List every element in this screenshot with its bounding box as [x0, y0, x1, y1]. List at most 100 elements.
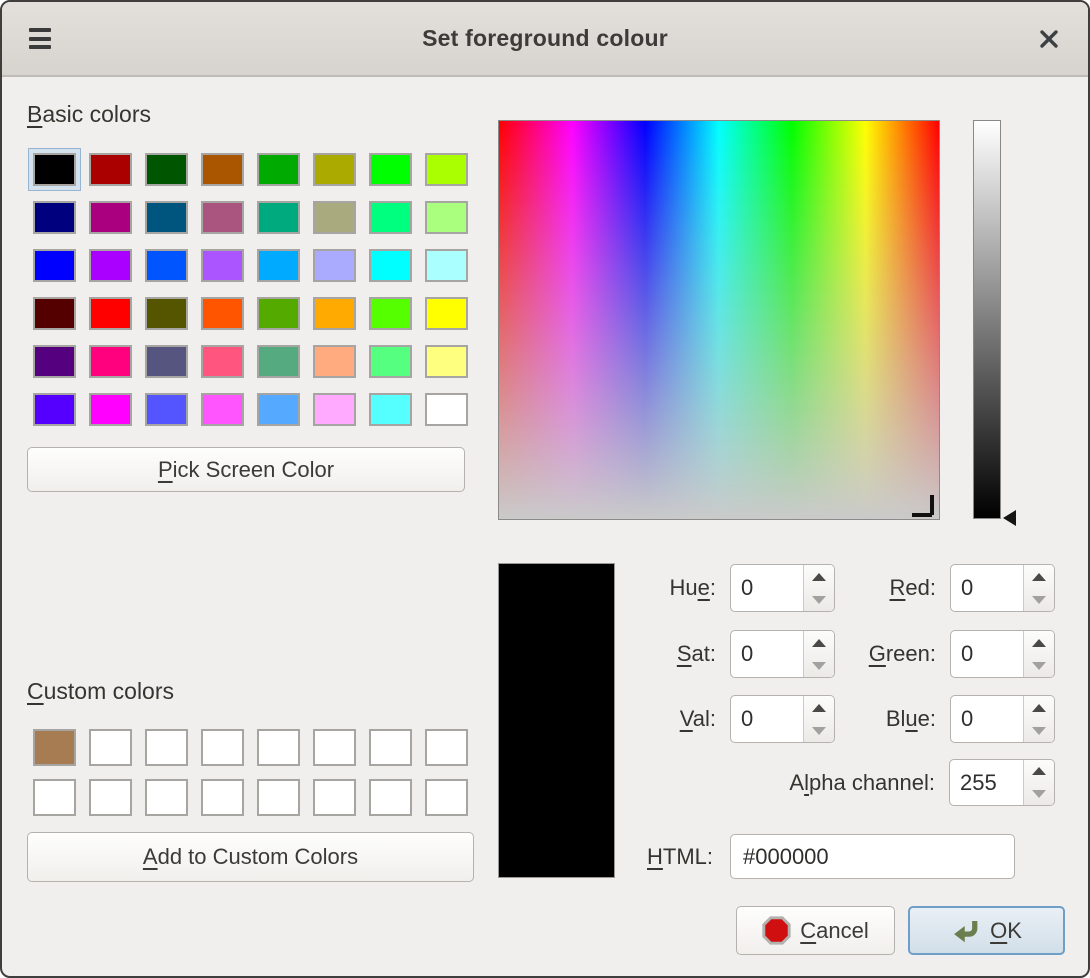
- custom-color-swatch[interactable]: [313, 779, 356, 816]
- basic-color-swatch[interactable]: [89, 249, 132, 282]
- basic-color-swatch[interactable]: [201, 249, 244, 282]
- basic-color-swatch[interactable]: [313, 249, 356, 282]
- hue-step-down[interactable]: [804, 588, 834, 611]
- basic-color-swatch[interactable]: [369, 345, 412, 378]
- basic-color-swatch[interactable]: [145, 393, 188, 426]
- red-step-up[interactable]: [1024, 565, 1054, 588]
- hue-spinbox[interactable]: [730, 564, 835, 612]
- red-spinbox[interactable]: [950, 564, 1055, 612]
- val-step-up[interactable]: [804, 696, 834, 719]
- basic-color-swatch[interactable]: [257, 345, 300, 378]
- red-input[interactable]: [951, 565, 1023, 611]
- alpha-input[interactable]: [950, 760, 1023, 805]
- basic-color-swatch[interactable]: [425, 393, 468, 426]
- basic-color-swatch[interactable]: [369, 201, 412, 234]
- basic-color-swatch[interactable]: [313, 153, 356, 186]
- basic-color-swatch[interactable]: [201, 297, 244, 330]
- green-input[interactable]: [951, 631, 1023, 677]
- basic-color-swatch[interactable]: [89, 201, 132, 234]
- val-step-down[interactable]: [804, 719, 834, 742]
- value-slider-handle[interactable]: [1003, 510, 1016, 526]
- basic-color-swatch[interactable]: [33, 153, 76, 186]
- custom-color-swatch[interactable]: [33, 729, 76, 766]
- custom-color-swatch[interactable]: [145, 729, 188, 766]
- basic-color-swatch[interactable]: [89, 153, 132, 186]
- val-spinbox[interactable]: [730, 695, 835, 743]
- hue-saturation-area[interactable]: [498, 120, 940, 520]
- hue-step-up[interactable]: [804, 565, 834, 588]
- basic-color-swatch[interactable]: [369, 249, 412, 282]
- basic-color-swatch[interactable]: [257, 297, 300, 330]
- menu-icon[interactable]: [29, 28, 51, 49]
- basic-color-swatch[interactable]: [201, 345, 244, 378]
- basic-color-swatch[interactable]: [33, 249, 76, 282]
- add-to-custom-colors-button[interactable]: Add to Custom Colors: [27, 832, 474, 882]
- basic-color-swatch[interactable]: [313, 393, 356, 426]
- basic-color-swatch[interactable]: [33, 201, 76, 234]
- red-step-down[interactable]: [1024, 588, 1054, 611]
- custom-color-swatch[interactable]: [257, 779, 300, 816]
- alpha-step-down[interactable]: [1024, 783, 1054, 806]
- custom-color-swatch[interactable]: [425, 779, 468, 816]
- basic-color-swatch[interactable]: [425, 201, 468, 234]
- sat-spinbox[interactable]: [730, 630, 835, 678]
- basic-color-swatch[interactable]: [145, 153, 188, 186]
- sat-step-up[interactable]: [804, 631, 834, 654]
- basic-color-swatch[interactable]: [145, 249, 188, 282]
- custom-color-swatch[interactable]: [89, 729, 132, 766]
- green-spinbox[interactable]: [950, 630, 1055, 678]
- basic-color-swatch[interactable]: [425, 153, 468, 186]
- basic-color-swatch[interactable]: [33, 393, 76, 426]
- basic-color-swatch[interactable]: [369, 393, 412, 426]
- basic-color-swatch[interactable]: [257, 153, 300, 186]
- custom-color-swatch[interactable]: [369, 779, 412, 816]
- green-step-up[interactable]: [1024, 631, 1054, 654]
- cancel-button[interactable]: Cancel: [736, 906, 895, 955]
- basic-color-swatch[interactable]: [257, 393, 300, 426]
- custom-color-swatch[interactable]: [313, 729, 356, 766]
- sat-step-down[interactable]: [804, 654, 834, 677]
- alpha-spinbox[interactable]: [949, 759, 1055, 806]
- blue-input[interactable]: [951, 696, 1023, 742]
- sat-input[interactable]: [731, 631, 803, 677]
- custom-color-swatch[interactable]: [257, 729, 300, 766]
- val-input[interactable]: [731, 696, 803, 742]
- basic-color-swatch[interactable]: [145, 201, 188, 234]
- basic-color-swatch[interactable]: [369, 297, 412, 330]
- basic-color-swatch[interactable]: [89, 393, 132, 426]
- html-input[interactable]: [731, 844, 1014, 870]
- custom-color-swatch[interactable]: [369, 729, 412, 766]
- blue-spinbox[interactable]: [950, 695, 1055, 743]
- custom-color-swatch[interactable]: [425, 729, 468, 766]
- blue-step-down[interactable]: [1024, 719, 1054, 742]
- basic-color-swatch[interactable]: [201, 393, 244, 426]
- html-field[interactable]: [730, 834, 1015, 879]
- basic-color-swatch[interactable]: [33, 297, 76, 330]
- basic-color-swatch[interactable]: [425, 345, 468, 378]
- close-icon[interactable]: [1034, 24, 1064, 54]
- basic-color-swatch[interactable]: [425, 249, 468, 282]
- pick-screen-color-button[interactable]: Pick Screen Color: [27, 447, 465, 492]
- custom-color-swatch[interactable]: [145, 779, 188, 816]
- alpha-step-up[interactable]: [1024, 760, 1054, 783]
- basic-color-swatch[interactable]: [313, 297, 356, 330]
- basic-color-swatch[interactable]: [145, 297, 188, 330]
- hue-input[interactable]: [731, 565, 803, 611]
- ok-button[interactable]: OK: [908, 906, 1065, 955]
- custom-color-swatch[interactable]: [33, 779, 76, 816]
- basic-color-swatch[interactable]: [425, 297, 468, 330]
- basic-color-swatch[interactable]: [313, 345, 356, 378]
- basic-color-swatch[interactable]: [257, 249, 300, 282]
- blue-step-up[interactable]: [1024, 696, 1054, 719]
- custom-color-swatch[interactable]: [201, 779, 244, 816]
- green-step-down[interactable]: [1024, 654, 1054, 677]
- basic-color-swatch[interactable]: [313, 201, 356, 234]
- basic-color-swatch[interactable]: [33, 345, 76, 378]
- basic-color-swatch[interactable]: [257, 201, 300, 234]
- basic-color-swatch[interactable]: [201, 201, 244, 234]
- basic-color-swatch[interactable]: [145, 345, 188, 378]
- basic-color-swatch[interactable]: [201, 153, 244, 186]
- basic-color-swatch[interactable]: [369, 153, 412, 186]
- value-slider[interactable]: [973, 120, 1001, 519]
- custom-color-swatch[interactable]: [89, 779, 132, 816]
